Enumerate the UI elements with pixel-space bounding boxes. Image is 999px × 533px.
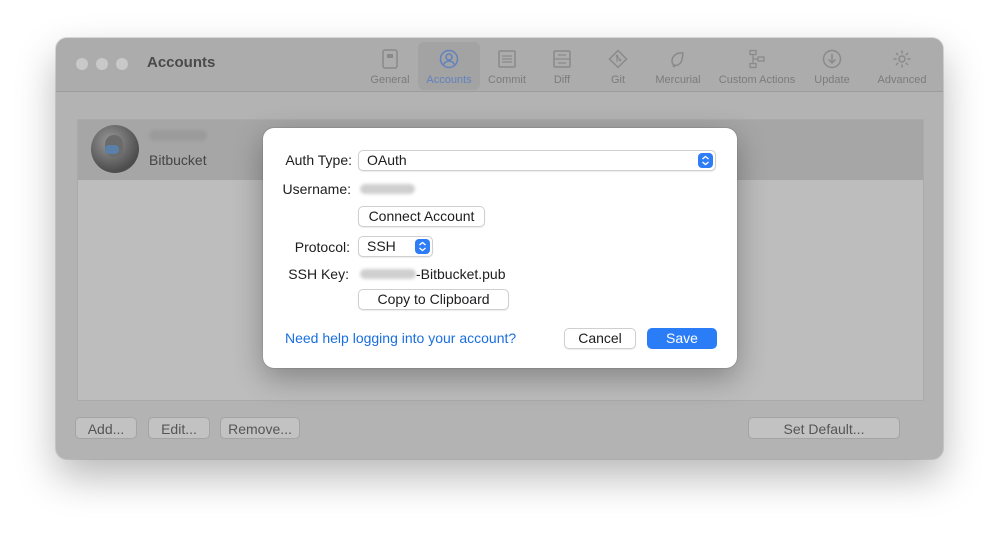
diff-icon bbox=[553, 50, 571, 68]
zoom-window-button[interactable] bbox=[116, 58, 128, 70]
protocol-label: Protocol: bbox=[294, 239, 350, 255]
username-label: Username: bbox=[282, 181, 351, 197]
commit-icon bbox=[498, 50, 516, 68]
account-dialog: Auth Type: OAuth Username: Connect Accou… bbox=[263, 128, 737, 368]
tab-mercurial[interactable]: Mercurial bbox=[648, 42, 708, 90]
avatar bbox=[91, 125, 139, 173]
tab-diff[interactable]: Diff bbox=[539, 42, 585, 90]
general-icon bbox=[382, 49, 398, 69]
git-icon bbox=[608, 49, 628, 69]
accounts-icon bbox=[439, 49, 459, 69]
toolbar: Accounts General Accounts Commit Diff Gi… bbox=[56, 38, 943, 92]
update-icon bbox=[822, 49, 842, 69]
ssh-key-prefix-redacted bbox=[360, 269, 416, 279]
chevron-updown-icon bbox=[698, 153, 713, 168]
account-name-redacted bbox=[149, 130, 207, 141]
save-button[interactable]: Save bbox=[647, 328, 717, 349]
tab-advanced[interactable]: Advanced bbox=[872, 42, 932, 90]
tab-git[interactable]: Git bbox=[595, 42, 641, 90]
account-service: Bitbucket bbox=[149, 152, 207, 168]
auth-type-value: OAuth bbox=[367, 152, 407, 168]
cancel-button[interactable]: Cancel bbox=[564, 328, 636, 349]
chevron-updown-icon bbox=[415, 239, 430, 254]
username-value-redacted bbox=[360, 184, 415, 194]
copy-to-clipboard-button[interactable]: Copy to Clipboard bbox=[358, 289, 509, 310]
window-title: Accounts bbox=[147, 54, 216, 71]
tab-update[interactable]: Update bbox=[808, 42, 856, 90]
tab-accounts[interactable]: Accounts bbox=[418, 42, 480, 90]
set-default-button[interactable]: Set Default... bbox=[748, 417, 900, 439]
tab-commit[interactable]: Commit bbox=[483, 42, 531, 90]
ssh-key-label: SSH Key: bbox=[288, 266, 349, 282]
add-account-button[interactable]: Add... bbox=[75, 417, 137, 439]
connect-account-button[interactable]: Connect Account bbox=[358, 206, 485, 227]
minimize-window-button[interactable] bbox=[96, 58, 108, 70]
mercurial-icon bbox=[671, 52, 684, 68]
custom-actions-icon bbox=[749, 49, 765, 69]
protocol-select[interactable]: SSH bbox=[358, 236, 433, 257]
close-window-button[interactable] bbox=[76, 58, 88, 70]
help-link[interactable]: Need help logging into your account? bbox=[285, 330, 516, 346]
protocol-value: SSH bbox=[367, 238, 396, 254]
tab-custom-actions[interactable]: Custom Actions bbox=[713, 42, 801, 90]
edit-account-button[interactable]: Edit... bbox=[148, 417, 210, 439]
auth-type-label: Auth Type: bbox=[285, 152, 352, 168]
ssh-key-filename: -Bitbucket.pub bbox=[416, 266, 506, 282]
remove-account-button[interactable]: Remove... bbox=[220, 417, 300, 439]
gear-icon bbox=[893, 50, 911, 68]
tab-general[interactable]: General bbox=[365, 42, 415, 90]
auth-type-select[interactable]: OAuth bbox=[358, 150, 716, 171]
